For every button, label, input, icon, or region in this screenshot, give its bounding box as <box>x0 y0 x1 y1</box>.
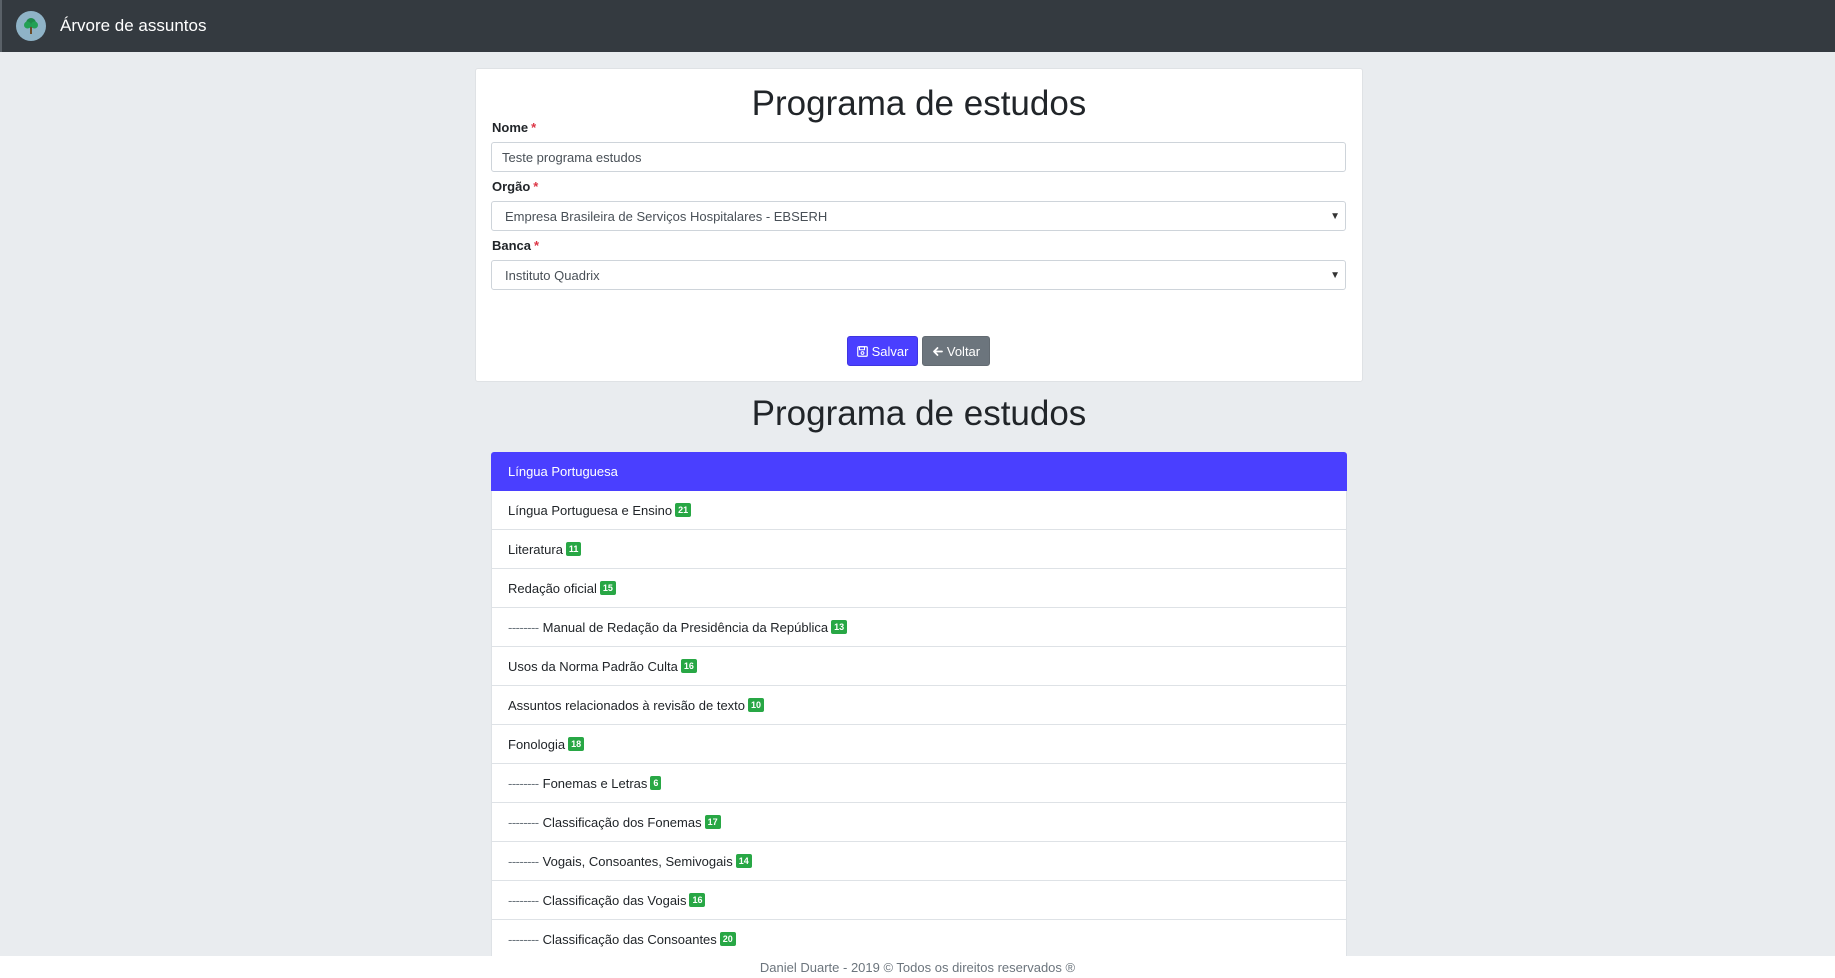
list-item[interactable]: -------- Classificação dos Fonemas 17 <box>491 803 1347 842</box>
chevron-down-icon: ▼ <box>1330 211 1340 222</box>
list-item-label: Assuntos relacionados à revisão de texto <box>508 697 746 713</box>
list-item-label: Literatura <box>508 541 563 557</box>
form-title: Programa de estudos <box>751 84 1087 123</box>
tree-icon[interactable] <box>16 11 46 41</box>
banca-select[interactable]: Instituto Quadrix ▼ <box>491 260 1346 290</box>
count-badge: 6 <box>650 776 662 790</box>
indent-dashes: -------- <box>508 775 539 791</box>
list-item-label: Vogais, Consoantes, Semivogais <box>542 853 733 869</box>
save-icon <box>856 345 868 357</box>
orgao-select[interactable]: Empresa Brasileira de Serviços Hospitala… <box>491 201 1346 231</box>
list-item-label: Redação oficial <box>508 580 597 596</box>
count-badge: 20 <box>719 932 736 946</box>
list-item[interactable]: -------- Fonemas e Letras 6 <box>491 764 1347 803</box>
banca-label: Banca * <box>492 238 540 253</box>
list-item[interactable]: -------- Classificação das Consoantes 20 <box>491 920 1347 956</box>
list-item[interactable]: Usos da Norma Padrão Culta 16 <box>491 647 1347 686</box>
arrow-left-icon <box>932 346 943 356</box>
indent-dashes: -------- <box>508 619 539 635</box>
list-item[interactable]: Fonologia 18 <box>491 725 1347 764</box>
list-item-label: Classificação dos Fonemas <box>542 814 702 830</box>
count-badge: 16 <box>680 659 697 673</box>
footer: Daniel Duarte - 2019 © Todos os direitos… <box>0 956 1835 978</box>
banca-select-value: Instituto Quadrix <box>505 267 600 283</box>
back-button-label: Voltar <box>946 343 981 359</box>
list-item-label: Fonemas e Letras <box>542 775 648 791</box>
list-item-label: Manual de Redação da Presidência da Repú… <box>542 619 829 635</box>
nome-input-value: Teste programa estudos <box>502 149 642 165</box>
indent-dashes: -------- <box>508 892 539 908</box>
list-item[interactable]: Língua Portuguesa <box>491 452 1347 491</box>
list-item[interactable]: Assuntos relacionados à revisão de texto… <box>491 686 1347 725</box>
list-item-label: Língua Portuguesa e Ensino <box>508 502 673 518</box>
list-item-label: Classificação das Consoantes <box>542 931 717 947</box>
list-item[interactable]: Língua Portuguesa e Ensino 21 <box>491 491 1347 530</box>
count-badge: 16 <box>689 893 706 907</box>
count-badge: 18 <box>568 737 585 751</box>
program-list: Língua Portuguesa Língua Portuguesa e Ens… <box>491 452 1347 956</box>
count-badge: 21 <box>675 503 692 517</box>
list-item[interactable]: Literatura 11 <box>491 530 1347 569</box>
indent-dashes: -------- <box>508 931 539 947</box>
nome-input[interactable]: Teste programa estudos <box>491 142 1346 172</box>
list-item[interactable]: Redação oficial 15 <box>491 569 1347 608</box>
footer-text: Daniel Duarte - 2019 © Todos os direitos… <box>759 960 1076 975</box>
orgao-select-value: Empresa Brasileira de Serviços Hospitala… <box>505 208 828 224</box>
chevron-down-icon: ▼ <box>1330 270 1340 281</box>
save-button-label: Salvar <box>871 343 909 359</box>
count-badge: 11 <box>565 542 582 556</box>
list-item-label: Língua Portuguesa <box>508 464 618 479</box>
indent-dashes: -------- <box>508 853 539 869</box>
back-button[interactable]: Voltar <box>922 336 990 366</box>
count-badge: 17 <box>704 815 721 829</box>
count-badge: 10 <box>748 698 765 712</box>
program-section-title: Programa de estudos <box>751 394 1087 433</box>
list-item[interactable]: -------- Classificação das Vogais 16 <box>491 881 1347 920</box>
count-badge: 14 <box>735 854 752 868</box>
list-item[interactable]: -------- Vogais, Consoantes, Semivogais 14 <box>491 842 1347 881</box>
list-item[interactable]: -------- Manual de Redação da Presidência… <box>491 608 1347 647</box>
count-badge: 13 <box>831 620 848 634</box>
navbar-brand[interactable]: Árvore de assuntos <box>60 16 206 36</box>
orgao-label: Orgão * <box>492 179 539 194</box>
count-badge: 15 <box>599 581 616 595</box>
list-item-label: Fonologia <box>508 736 566 752</box>
save-button[interactable]: Salvar <box>847 336 918 366</box>
list-item-label: Usos da Norma Padrão Culta <box>508 658 678 674</box>
program-form-card: Programa de estudos Nome * Teste programa… <box>475 68 1363 382</box>
list-item-label: Classificação das Vogais <box>542 892 687 908</box>
indent-dashes: -------- <box>508 814 539 830</box>
navbar: Árvore de assuntos <box>0 0 1835 52</box>
nome-label: Nome * <box>492 120 537 135</box>
